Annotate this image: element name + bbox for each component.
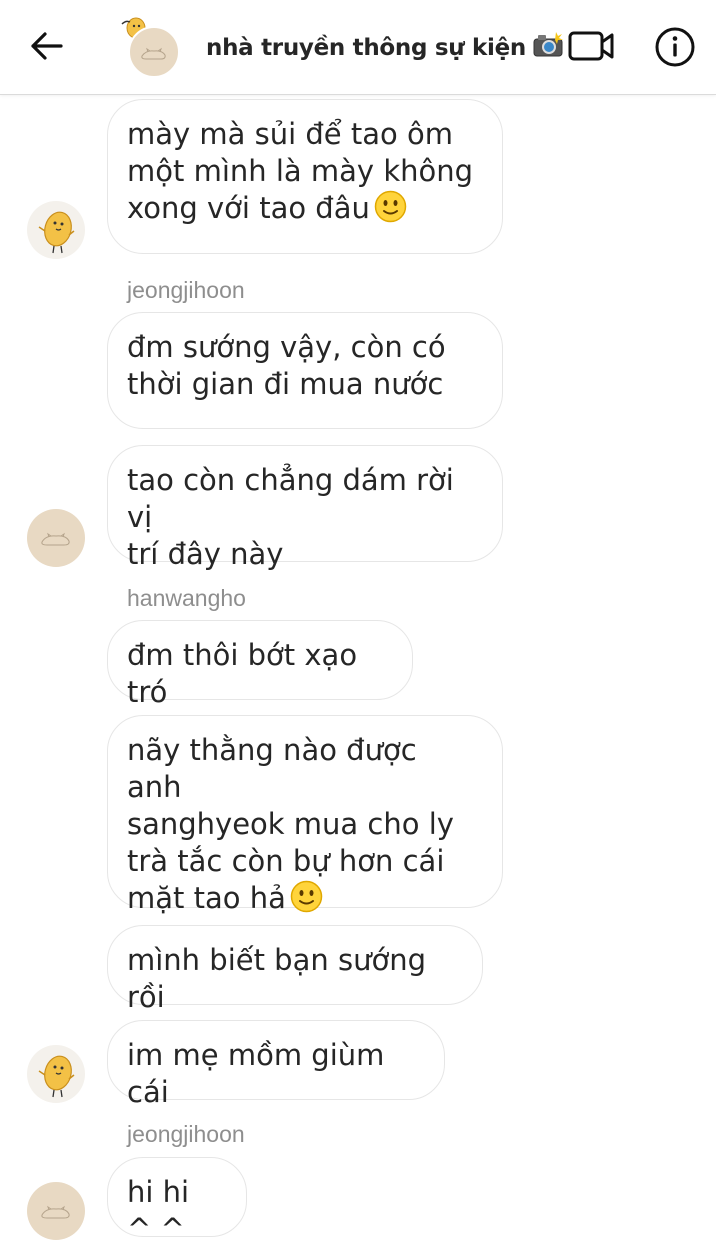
message-bubble[interactable]: mình biết bạn sướng rồi	[107, 925, 483, 1014]
smile-emoji-icon	[290, 880, 323, 913]
message-text: im mẹ mồm giùm cái	[127, 1038, 385, 1109]
camera-flash-emoji-icon	[532, 30, 564, 64]
back-arrow-icon	[31, 32, 63, 60]
message-bubble[interactable]: đm sướng vậy, còn có thời gian đi mua nư…	[107, 312, 503, 429]
group-avatar-cat	[128, 26, 180, 78]
sender-name: jeongjihoon	[127, 1121, 245, 1147]
avatar-cat[interactable]	[27, 509, 85, 567]
message-bubble[interactable]: mày mà sủi để tao ôm một mình là mày khô…	[107, 99, 503, 254]
message-bubble[interactable]: hi hi ^ ^	[107, 1157, 247, 1246]
chat-title-text: nhà truyền thông sự kiện	[206, 35, 526, 61]
group-avatar[interactable]	[118, 14, 180, 78]
sender-name: hanwangho	[127, 585, 246, 611]
message-bubble[interactable]: im mẹ mồm giùm cái	[107, 1020, 445, 1109]
message-bubble[interactable]: tao còn chẳng dám rời vị trí đây này	[107, 445, 503, 571]
message-text: hi hi ^ ^	[127, 1175, 190, 1246]
message-bubble[interactable]: đm thôi bớt xạo tró	[107, 620, 413, 709]
sender-name: jeongjihoon	[127, 277, 245, 303]
chat-header: nhà truyền thông sự kiện	[0, 0, 716, 95]
back-button[interactable]	[22, 22, 70, 70]
avatar-potato[interactable]	[27, 201, 85, 259]
chat-title[interactable]: nhà truyền thông sự kiện	[206, 30, 564, 64]
message-text: mình biết bạn sướng rồi	[127, 943, 426, 1014]
message-text: tao còn chẳng dám rời vị trí đây này	[127, 463, 454, 571]
message-bubble[interactable]: nãy thằng nào được anh sanghyeok mua cho…	[107, 715, 503, 915]
avatar-cat[interactable]	[27, 1182, 85, 1240]
video-camera-icon	[568, 31, 614, 61]
video-call-button[interactable]	[566, 26, 618, 66]
message-text: mày mà sủi để tao ôm một mình là mày khô…	[127, 117, 474, 225]
info-icon	[655, 27, 695, 67]
message-text: đm thôi bớt xạo tró	[127, 638, 358, 709]
message-text: đm sướng vậy, còn có thời gian đi mua nư…	[127, 330, 446, 401]
avatar-potato[interactable]	[27, 1045, 85, 1103]
smile-emoji-icon	[374, 190, 407, 223]
info-button[interactable]	[652, 24, 698, 70]
